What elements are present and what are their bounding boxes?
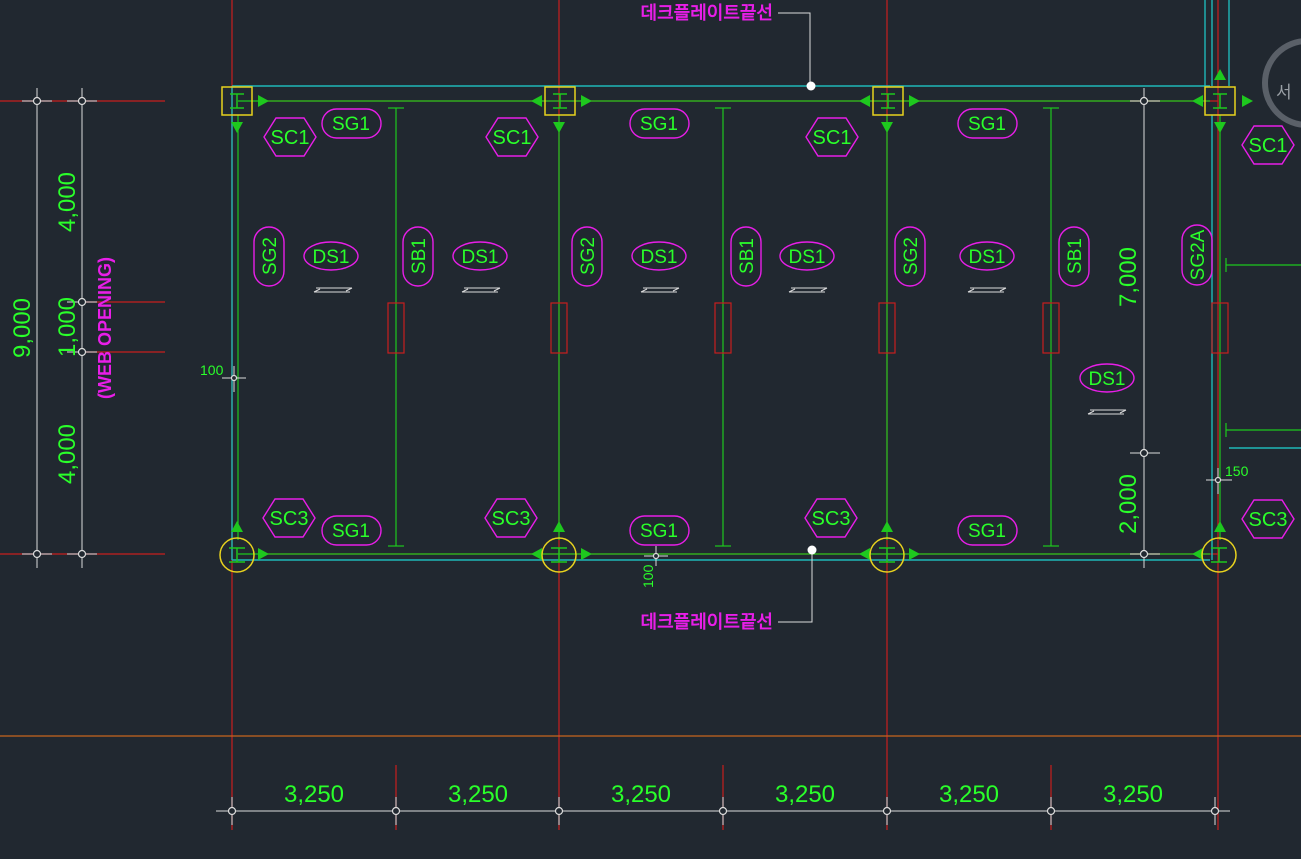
web-openings xyxy=(387,302,1229,354)
span-label: 3,250 xyxy=(284,781,344,808)
span-label: 3,250 xyxy=(939,781,999,808)
dim-right-bottom: 2,000 xyxy=(1115,474,1142,534)
column-circle xyxy=(219,537,255,573)
girder-tag: SG1 xyxy=(332,521,370,542)
column-tag: SC3 xyxy=(492,508,531,530)
girder-tag: SG1 xyxy=(968,114,1006,135)
column-tag: SC1 xyxy=(493,127,532,149)
column-tag: SC1 xyxy=(1249,135,1288,157)
grid-lines xyxy=(0,0,1219,830)
leader-label-top: 데크플레이트끝선 xyxy=(641,3,773,23)
deck-slab-tag: DS1 xyxy=(969,247,1006,268)
dim-left-total: 9,000 xyxy=(9,298,36,358)
beam-arrowheads xyxy=(231,69,1253,560)
girder-tag-labels: SG1 SG1 SG1 SG1 SG1 SG1 xyxy=(332,114,1006,542)
deck-slab-tag-labels: DS1 DS1 DS1 DS1 DS1 DS1 xyxy=(313,247,1126,390)
leader-dot-top xyxy=(806,81,816,91)
column-tag: SC3 xyxy=(812,508,851,530)
girder-tag-vertical: SG2 xyxy=(260,237,281,275)
web-opening-label: (WEB OPENING) xyxy=(95,257,115,399)
deck-slab-tag: DS1 xyxy=(313,247,350,268)
girder-tag: SG1 xyxy=(640,521,678,542)
deck-slab-tag: DS1 xyxy=(462,247,499,268)
girder-tag: SG1 xyxy=(640,114,678,135)
span-label: 3,250 xyxy=(448,781,508,808)
slab-direction-arrows xyxy=(313,287,1127,415)
girder-tag: SG1 xyxy=(332,114,370,135)
span-label: 3,250 xyxy=(775,781,835,808)
sub-beam-tag: SB1 xyxy=(409,238,430,274)
span-label: 3,250 xyxy=(1103,781,1163,808)
offset-bottom-label: 100 xyxy=(640,564,656,588)
leader-dot-bottom xyxy=(807,545,817,555)
column-tag-labels: SC1 SC1 SC1 SC1 SC3 SC3 SC3 SC3 xyxy=(270,127,1288,531)
deck-slab-tag: DS1 xyxy=(641,247,678,268)
leader-lines xyxy=(778,12,813,623)
sub-beam-tag: SB1 xyxy=(1065,238,1086,274)
dimension-ticks xyxy=(32,96,1222,816)
deck-slab-tag: DS1 xyxy=(1089,369,1126,390)
span-label: 3,250 xyxy=(611,781,671,808)
dim-left-bottom: 4,000 xyxy=(54,424,81,484)
column-circle xyxy=(1201,537,1237,573)
dim-left-middle: 1,000 xyxy=(54,297,81,357)
girder-tag-vertical: SG2 xyxy=(578,237,599,275)
deck-slab-tag: DS1 xyxy=(789,247,826,268)
girder-tag-vertical: SG2A xyxy=(1188,229,1209,280)
girder-tag-vertical: SG2 xyxy=(901,237,922,275)
dim-right-top: 7,000 xyxy=(1115,247,1142,307)
column-tag: SC1 xyxy=(271,127,310,149)
leader-label-bottom: 데크플레이트끝선 xyxy=(641,612,773,632)
offset-left-label: 100 xyxy=(200,362,224,378)
column-tag: SC3 xyxy=(270,508,309,530)
sub-beam-tag: SB1 xyxy=(737,238,758,274)
nav-wheel-glyph: 서 xyxy=(1276,83,1292,103)
cad-drawing-canvas[interactable]: 데크플레이트끝선 데크플레이트끝선 3,250 3,250 3,250 3,25… xyxy=(0,0,1301,859)
offset-right-label: 150 xyxy=(1225,463,1249,479)
column-tag: SC1 xyxy=(813,127,852,149)
girder-tag: SG1 xyxy=(968,521,1006,542)
column-tag: SC3 xyxy=(1249,509,1288,531)
dim-left-top: 4,000 xyxy=(54,172,81,232)
